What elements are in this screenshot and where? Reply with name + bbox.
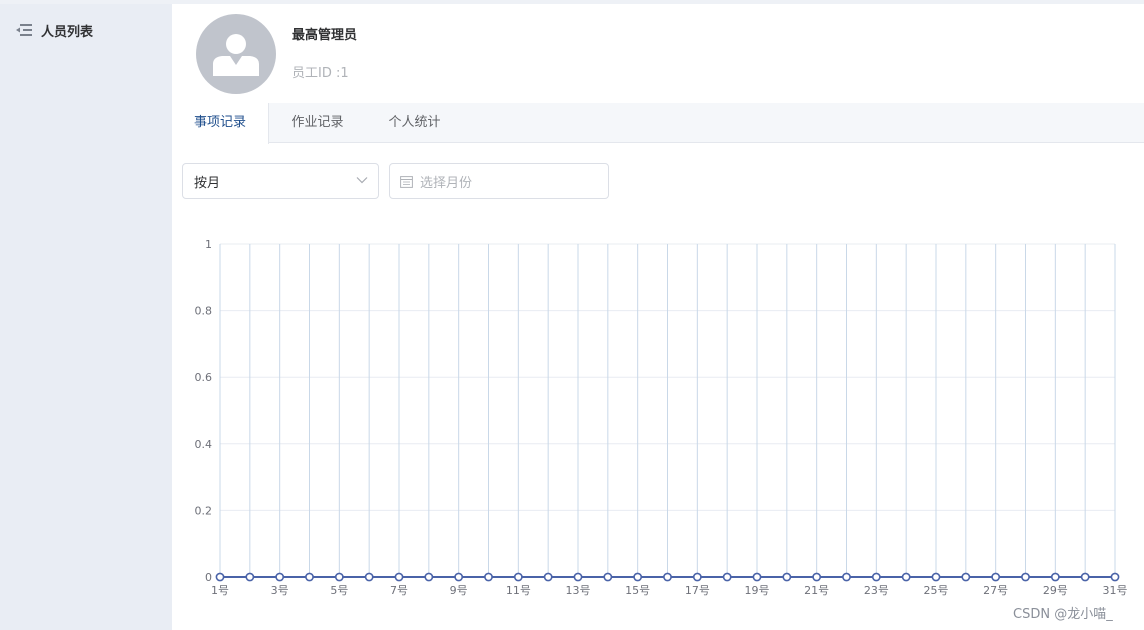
x-tick-label: 3号 xyxy=(271,584,289,597)
data-point xyxy=(871,572,881,582)
x-tick-label: 21号 xyxy=(804,584,829,597)
data-point xyxy=(901,572,911,582)
data-point xyxy=(513,572,523,582)
x-tick-label: 19号 xyxy=(745,584,770,597)
sidebar-item-label: 人员列表 xyxy=(41,24,94,40)
calendar-icon xyxy=(400,175,413,188)
chevron-down-icon xyxy=(356,177,368,184)
x-tick-label: 15号 xyxy=(625,584,650,597)
tab-personal-stats[interactable]: 个人统计 xyxy=(366,103,463,143)
data-point xyxy=(424,572,434,582)
data-point xyxy=(394,572,404,582)
data-point xyxy=(245,572,255,582)
data-point xyxy=(1110,572,1120,582)
data-point xyxy=(782,572,792,582)
x-tick-label: 29号 xyxy=(1043,584,1068,597)
x-tick-label: 13号 xyxy=(566,584,591,597)
daily-chart: 0 0.2 0.4 0.6 0.8 1 1号 3号 5号 7号 9号 11号 13号 15号 17号 19号 2… xyxy=(172,225,1144,605)
data-point xyxy=(1021,572,1030,582)
period-mode-select[interactable]: 按月 xyxy=(182,163,379,199)
data-point xyxy=(991,572,1001,582)
period-mode-value: 按月 xyxy=(194,175,221,191)
x-tick-label: 9号 xyxy=(450,584,468,597)
menu-fold-icon xyxy=(16,24,32,36)
tab-event-records[interactable]: 事项记录 xyxy=(172,103,269,144)
y-tick-label: 0.8 xyxy=(195,305,213,318)
x-tick-label: 7号 xyxy=(390,584,408,597)
x-tick-label: 17号 xyxy=(685,584,710,597)
data-point xyxy=(633,572,643,582)
x-tick-label: 5号 xyxy=(330,584,348,597)
x-tick-label: 11号 xyxy=(506,584,531,597)
y-tick-label: 0.6 xyxy=(195,371,213,384)
data-point xyxy=(931,572,941,582)
data-point xyxy=(305,572,314,582)
x-tick-label: 25号 xyxy=(924,584,949,597)
y-tick-label: 0.4 xyxy=(195,438,213,451)
data-point xyxy=(752,572,762,582)
data-point xyxy=(722,572,732,582)
x-tick-label: 23号 xyxy=(864,584,889,597)
tab-bar: 事项记录 作业记录 个人统计 xyxy=(172,103,1144,144)
y-tick-label: 0 xyxy=(205,571,212,584)
month-picker-placeholder: 选择月份 xyxy=(420,175,473,191)
data-point xyxy=(573,572,583,582)
user-avatar-icon xyxy=(196,14,276,94)
user-id: 员工ID :1 xyxy=(292,66,349,81)
tab-work-records[interactable]: 作业记录 xyxy=(269,103,366,143)
user-name: 最高管理员 xyxy=(292,28,358,43)
data-point xyxy=(603,572,613,582)
watermark: CSDN @龙小喵_ xyxy=(1013,607,1113,622)
data-point xyxy=(364,572,374,582)
data-point xyxy=(1050,572,1060,582)
data-point xyxy=(812,572,822,582)
sidebar-item-staff-list[interactable]: 人员列表 xyxy=(0,14,172,46)
data-point xyxy=(663,572,672,582)
y-tick-label: 1 xyxy=(205,238,212,251)
x-tick-label: 27号 xyxy=(983,584,1008,597)
month-picker-input[interactable]: 选择月份 xyxy=(389,163,609,199)
y-tick-label: 0.2 xyxy=(195,504,213,517)
data-point xyxy=(961,572,971,582)
x-tick-label: 31号 xyxy=(1103,584,1128,597)
data-point xyxy=(454,572,464,582)
data-point xyxy=(275,572,285,582)
data-point xyxy=(334,572,344,582)
data-point xyxy=(1080,572,1090,582)
chart-svg: 00.20.40.60.811号 3号 5号 7号 9号 11号 13号 15号 17号 19号 2… xyxy=(195,238,1128,597)
data-point xyxy=(543,572,553,582)
sidebar: 人员列表 xyxy=(0,4,172,630)
data-point xyxy=(692,572,702,582)
data-point xyxy=(215,572,225,582)
data-point xyxy=(484,572,493,582)
data-point xyxy=(842,572,851,582)
x-tick-label: 1号 xyxy=(211,584,229,597)
